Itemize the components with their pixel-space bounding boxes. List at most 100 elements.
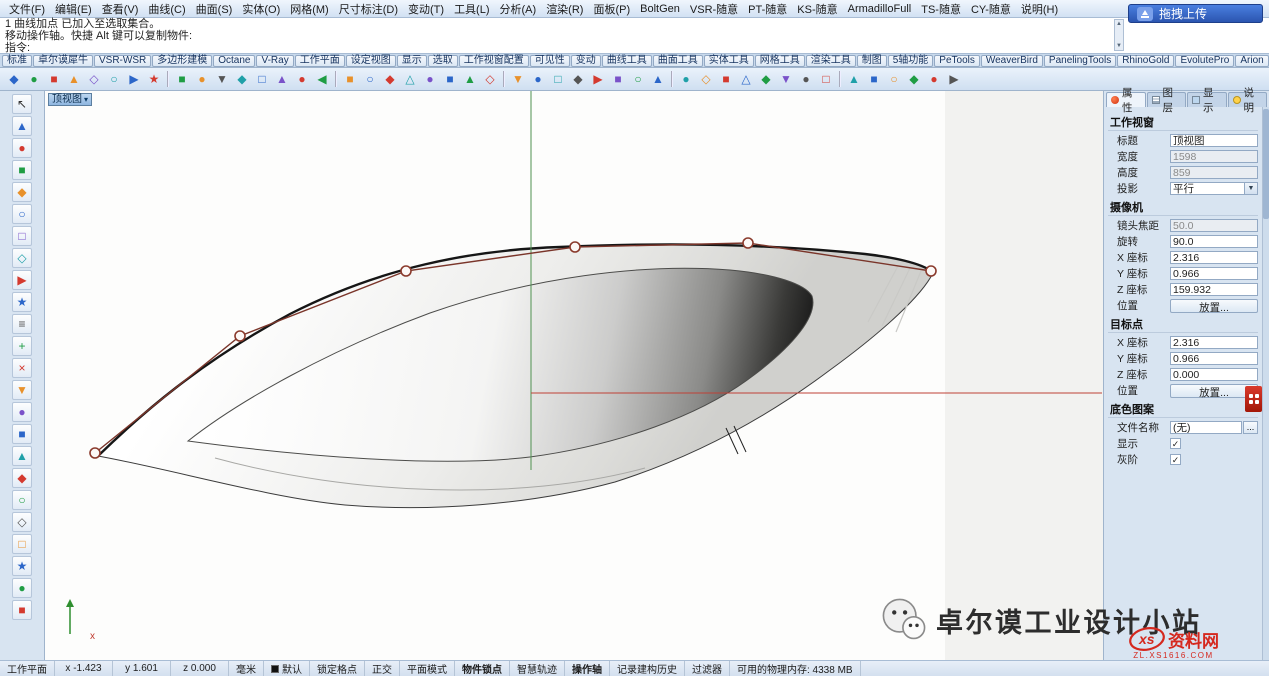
toolbar-tab-9[interactable]: 显示 <box>397 55 427 67</box>
toolbar-tab-8[interactable]: 设定视图 <box>346 55 396 67</box>
sidebar-tool-icon-12[interactable]: + <box>12 336 32 356</box>
toolbar-icon-28[interactable]: ▼ <box>508 70 528 89</box>
menu-item-15[interactable]: VSR-随意 <box>685 1 743 17</box>
sidebar-tool-icon-9[interactable]: ▶ <box>12 270 32 290</box>
toolbar-icon-42[interactable]: ▼ <box>776 70 796 89</box>
toolbar-icon-17[interactable]: ◀ <box>312 70 332 89</box>
toolbar-icon-38[interactable]: ◇ <box>696 70 716 89</box>
panel-input[interactable]: 90.0 <box>1170 235 1258 248</box>
toolbar-icon-12[interactable]: ▼ <box>212 70 232 89</box>
command-scrollbar[interactable] <box>1114 19 1124 51</box>
control-point-1[interactable] <box>90 448 100 458</box>
panel-select[interactable]: 平行 <box>1170 182 1258 195</box>
toolbar-icon-35[interactable]: ▲ <box>648 70 668 89</box>
panel-input[interactable]: 0.966 <box>1170 267 1258 280</box>
sidebar-tool-icon-24[interactable]: ■ <box>12 600 32 620</box>
toolbar-tab-24[interactable]: RhinoGold <box>1117 55 1174 67</box>
status-item-8[interactable]: 正交 <box>365 661 400 676</box>
status-item-12[interactable]: 操作轴 <box>565 661 610 676</box>
drag-upload-button[interactable]: 拖拽上传 <box>1128 4 1263 23</box>
toolbar-icon-43[interactable]: ● <box>796 70 816 89</box>
panel-tab-2[interactable]: 图层 <box>1147 92 1187 107</box>
toolbar-icon-7[interactable]: ▶ <box>124 70 144 89</box>
status-item-11[interactable]: 智慧轨迹 <box>510 661 565 676</box>
toolbar-tab-12[interactable]: 可见性 <box>530 55 570 67</box>
toolbar-tab-10[interactable]: 选取 <box>428 55 458 67</box>
toolbar-icon-23[interactable]: ● <box>420 70 440 89</box>
menu-item-1[interactable]: 文件(F) <box>4 1 50 17</box>
toolbar-icon-22[interactable]: △ <box>400 70 420 89</box>
menu-item-4[interactable]: 曲线(C) <box>143 1 190 17</box>
menu-item-8[interactable]: 尺寸标注(D) <box>334 1 403 17</box>
toolbar-icon-44[interactable]: □ <box>816 70 836 89</box>
toolbar-tab-3[interactable]: VSR-WSR <box>94 55 151 67</box>
menu-item-6[interactable]: 实体(O) <box>237 1 285 17</box>
toolbar-icon-51[interactable]: ▶ <box>944 70 964 89</box>
sidebar-tool-icon-11[interactable]: ≡ <box>12 314 32 334</box>
toolbar-icon-33[interactable]: ■ <box>608 70 628 89</box>
toolbar-tab-26[interactable]: Arion <box>1235 55 1268 67</box>
menu-item-2[interactable]: 编辑(E) <box>50 1 97 17</box>
menu-item-9[interactable]: 变动(T) <box>403 1 449 17</box>
toolbar-tab-20[interactable]: 5轴功能 <box>888 55 934 67</box>
toolbar-tab-7[interactable]: 工作平面 <box>295 55 345 67</box>
command-area[interactable]: 1 曲线加点 已加入至选取集合。 移动操作轴。快捷 Alt 键可以复制物件: 指… <box>0 18 1269 54</box>
toolbar-icon-24[interactable]: ■ <box>440 70 460 89</box>
toolbar-icon-15[interactable]: ▲ <box>272 70 292 89</box>
toolbar-tab-22[interactable]: WeaverBird <box>981 55 1043 67</box>
viewport-title-tab[interactable]: 顶视图 <box>48 93 92 106</box>
toolbar-tab-18[interactable]: 渲染工具 <box>806 55 856 67</box>
menu-item-10[interactable]: 工具(L) <box>449 1 494 17</box>
toolbar-icon-40[interactable]: △ <box>736 70 756 89</box>
toolbar-icon-8[interactable]: ★ <box>144 70 164 89</box>
sidebar-tool-icon-20[interactable]: ◇ <box>12 512 32 532</box>
toolbar-tab-2[interactable]: 卓尔谟犀牛 <box>33 55 93 67</box>
panel-checkbox[interactable]: ✓ <box>1170 438 1181 449</box>
status-item-7[interactable]: 锁定格点 <box>310 661 365 676</box>
toolbar-icon-2[interactable]: ● <box>24 70 44 89</box>
toolbar-icon-34[interactable]: ○ <box>628 70 648 89</box>
toolbar-icon-1[interactable]: ◆ <box>4 70 24 89</box>
toolbar-tab-21[interactable]: PeTools <box>934 55 980 67</box>
panel-tab-3[interactable]: 显示 <box>1187 92 1227 107</box>
panel-tab-1[interactable]: 属性 <box>1106 92 1146 107</box>
toolbar-icon-5[interactable]: ◇ <box>84 70 104 89</box>
toolbar-icon-37[interactable]: ● <box>676 70 696 89</box>
scroll-up-icon[interactable] <box>1116 20 1122 28</box>
control-point-3[interactable] <box>401 266 411 276</box>
sidebar-tool-icon-3[interactable]: ● <box>12 138 32 158</box>
menu-item-14[interactable]: BoltGen <box>635 3 685 15</box>
menu-item-21[interactable]: 说明(H) <box>1016 1 1063 17</box>
menu-item-3[interactable]: 查看(V) <box>97 1 144 17</box>
toolbar-icon-4[interactable]: ▲ <box>64 70 84 89</box>
status-item-9[interactable]: 平面模式 <box>400 661 455 676</box>
sidebar-tool-icon-7[interactable]: □ <box>12 226 32 246</box>
sidebar-tool-icon-6[interactable]: ○ <box>12 204 32 224</box>
toolbar-icon-49[interactable]: ◆ <box>904 70 924 89</box>
sidebar-tool-icon-2[interactable]: ▲ <box>12 116 32 136</box>
panel-input[interactable]: 2.316 <box>1170 336 1258 349</box>
status-item-13[interactable]: 记录建构历史 <box>610 661 685 676</box>
toolbar-icon-20[interactable]: ○ <box>360 70 380 89</box>
control-point-5[interactable] <box>743 238 753 248</box>
sidebar-tool-icon-19[interactable]: ○ <box>12 490 32 510</box>
toolbar-icon-13[interactable]: ◆ <box>232 70 252 89</box>
toolbar-icon-11[interactable]: ● <box>192 70 212 89</box>
panel-input[interactable]: 0.966 <box>1170 352 1258 365</box>
panel-input[interactable]: 0.000 <box>1170 368 1258 381</box>
panel-browse-button[interactable]: ... <box>1243 421 1258 434</box>
toolbar-icon-41[interactable]: ◆ <box>756 70 776 89</box>
menu-item-11[interactable]: 分析(A) <box>495 1 542 17</box>
menu-item-18[interactable]: ArmadilloFull <box>843 3 917 15</box>
control-point-2[interactable] <box>235 331 245 341</box>
sidebar-tool-icon-13[interactable]: × <box>12 358 32 378</box>
control-point-6[interactable] <box>926 266 936 276</box>
panel-place-button[interactable]: 放置... <box>1170 299 1258 313</box>
panel-file-value[interactable]: (无) <box>1170 421 1242 434</box>
menu-item-7[interactable]: 网格(M) <box>285 1 334 17</box>
sidebar-tool-icon-15[interactable]: ● <box>12 402 32 422</box>
sidebar-tool-icon-21[interactable]: □ <box>12 534 32 554</box>
status-item-10[interactable]: 物件锁点 <box>455 661 510 676</box>
toolbar-icon-50[interactable]: ● <box>924 70 944 89</box>
toolbar-icon-3[interactable]: ■ <box>44 70 64 89</box>
